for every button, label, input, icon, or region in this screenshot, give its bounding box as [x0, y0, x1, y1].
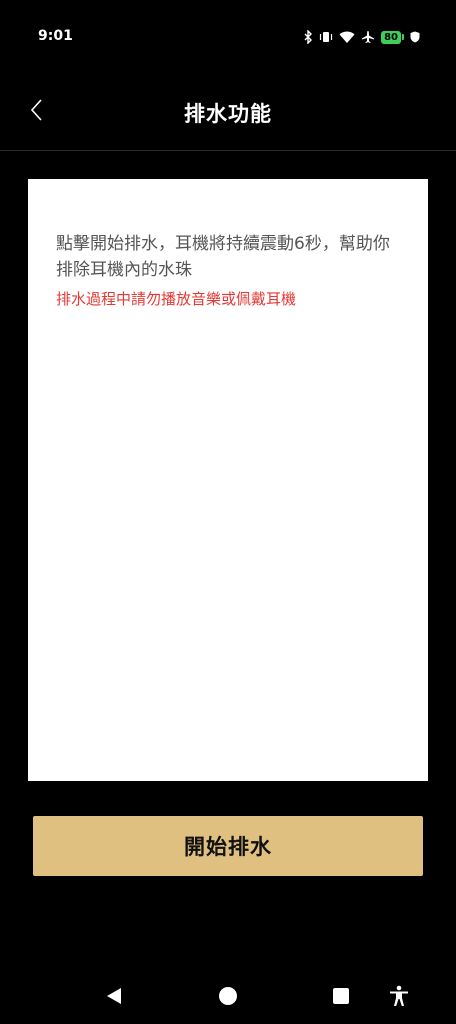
battery-icon: 80 [381, 30, 404, 44]
airplane-icon [361, 30, 375, 44]
accessibility-icon [388, 985, 410, 1011]
vibrate-icon [319, 30, 333, 44]
nav-accessibility-button[interactable] [386, 985, 412, 1011]
page-title: 排水功能 [184, 102, 272, 126]
start-drain-button[interactable]: 開始排水 [33, 816, 423, 876]
instruction-text: 點擊開始排水，耳機將持續震動6秒，幫助你排除耳機內的水珠 [56, 234, 390, 280]
warning-text: 排水過程中請勿播放音樂或佩戴耳機 [56, 290, 297, 308]
shield-icon [410, 31, 420, 43]
status-icons: 80 [303, 28, 420, 46]
nav-back-button[interactable] [101, 986, 127, 1010]
home-circle-icon [218, 986, 238, 1010]
recents-square-icon [331, 986, 351, 1010]
back-triangle-icon [104, 986, 124, 1010]
nav-home-button[interactable] [215, 986, 241, 1010]
status-time: 9:01 [38, 28, 73, 44]
battery-level: 80 [381, 30, 401, 44]
nav-recents-button[interactable] [328, 986, 354, 1010]
wifi-icon [339, 30, 355, 44]
status-bar: 9:01 80 [0, 0, 456, 72]
instruction-card: 點擊開始排水，耳機將持續震動6秒，幫助你排除耳機內的水珠 排水過程中請勿播放音樂… [28, 179, 428, 781]
bluetooth-icon [303, 30, 313, 44]
system-nav-bar [0, 970, 456, 1024]
app-header: 排水功能 [0, 72, 456, 151]
